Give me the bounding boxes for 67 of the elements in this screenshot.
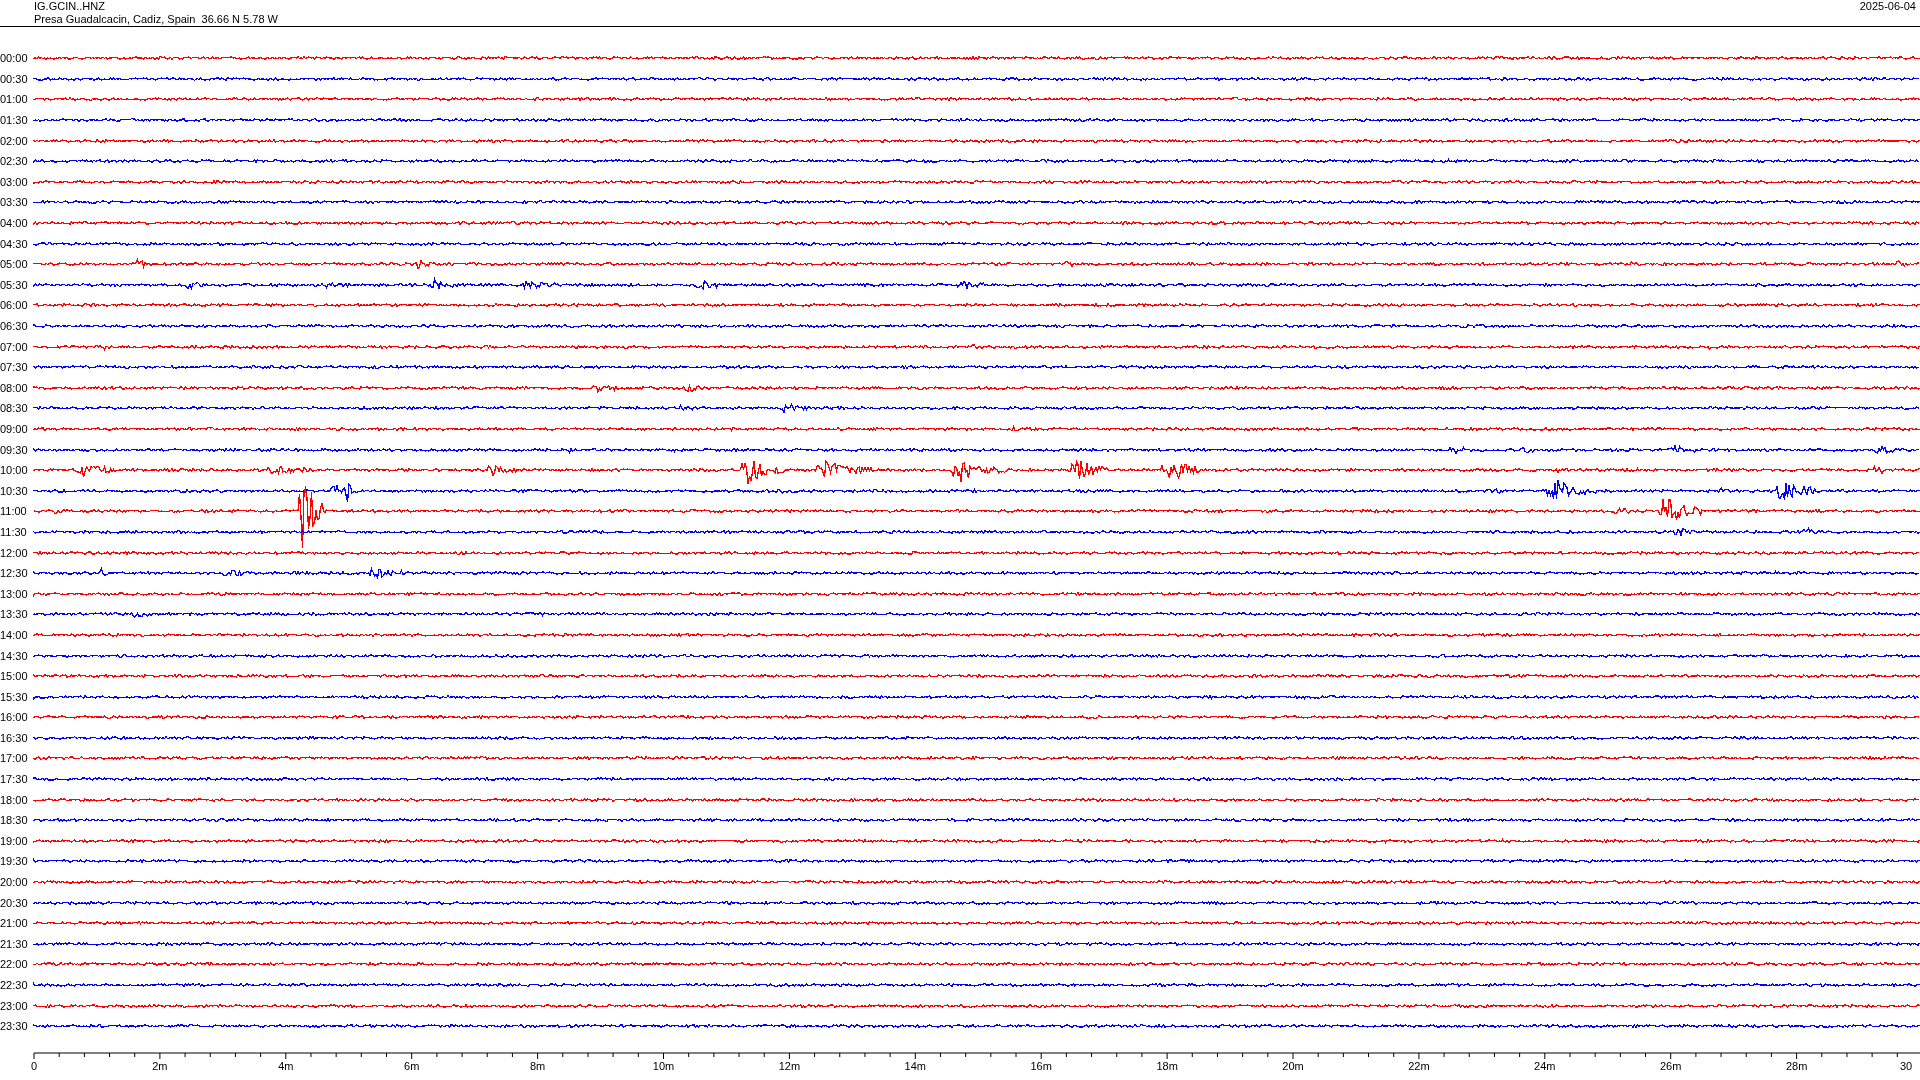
time-label: 23:00	[0, 999, 29, 1012]
axis-label: 20m	[1282, 1059, 1304, 1072]
time-label: 03:30	[0, 196, 29, 209]
time-label: 11:00	[0, 505, 28, 518]
axis-label: 26m	[1660, 1059, 1682, 1072]
time-label: 09:00	[0, 423, 29, 435]
time-label: 16:30	[0, 731, 29, 744]
time-label: 06:30	[0, 320, 29, 332]
time-label: 14:30	[0, 649, 29, 662]
axis-label: 2m	[152, 1059, 168, 1072]
time-label: 12:00	[0, 546, 29, 559]
time-label: 02:30	[0, 155, 29, 168]
time-label: 10:00	[0, 464, 29, 477]
time-label: 19:30	[0, 855, 29, 868]
time-label: 21:00	[0, 917, 29, 930]
time-label: 20:00	[0, 876, 29, 889]
axis-label: 14m	[904, 1059, 926, 1072]
axis-label: 6m	[404, 1059, 420, 1072]
time-label: 19:00	[0, 834, 29, 847]
axis-label: 12m	[778, 1059, 801, 1072]
time-label: 09:30	[0, 443, 29, 456]
time-label: 20:30	[0, 896, 29, 909]
station-title: IG.GCIN..HNZ	[34, 0, 106, 13]
time-label: 15:00	[0, 670, 29, 683]
time-label: 22:30	[0, 979, 29, 991]
time-label: 13:00	[0, 587, 29, 600]
time-label: 16:00	[0, 711, 29, 724]
axis-label: 22m	[1408, 1059, 1430, 1072]
time-label: 00:30	[0, 72, 29, 85]
time-label: 18:00	[0, 793, 29, 806]
time-label: 01:00	[0, 93, 29, 106]
time-label: 01:30	[0, 114, 29, 127]
time-label: 23:30	[0, 1020, 29, 1033]
time-label: 05:00	[0, 258, 29, 271]
time-label: 12:30	[0, 567, 29, 580]
axis-label: 18m	[1156, 1059, 1178, 1072]
time-label: 06:00	[0, 299, 29, 312]
axis-label: 10m	[652, 1059, 675, 1072]
time-label: 18:30	[0, 814, 29, 827]
time-label: 02:00	[0, 134, 29, 147]
axis-label: 8m	[529, 1059, 546, 1072]
location-text: Presa Guadalcacin, Cadiz, Spain 36.66 N 5.78 W	[34, 13, 278, 26]
time-label: 03:00	[0, 175, 29, 188]
time-label: 04:30	[0, 237, 29, 250]
time-label: 08:00	[0, 381, 29, 394]
time-label: 05:30	[0, 278, 29, 291]
time-label: 07:00	[0, 340, 29, 353]
axis-label: 16m	[1030, 1059, 1052, 1072]
time-label: 15:30	[0, 690, 29, 703]
time-label: 04:00	[0, 217, 29, 230]
time-label: 22:00	[0, 958, 29, 971]
time-label: 21:30	[0, 937, 29, 950]
time-label: 17:30	[0, 773, 29, 786]
time-label: 14:00	[0, 628, 29, 641]
time-label: 00:00	[0, 52, 29, 65]
axis-label: 4m	[278, 1059, 294, 1072]
time-label: 17:00	[0, 752, 29, 765]
date-label: 2025-06-04	[1859, 0, 1916, 13]
time-label: 10:30	[0, 484, 29, 497]
time-label: 07:30	[0, 361, 29, 374]
time-label: 11:30	[0, 525, 28, 538]
time-label: 08:30	[0, 402, 29, 415]
axis-label: 24m	[1534, 1059, 1556, 1072]
axis-label: 0	[30, 1059, 38, 1072]
axis-label: 28m	[1785, 1059, 1808, 1072]
axis-label: 30	[1899, 1059, 1913, 1072]
time-label: 13:30	[0, 608, 29, 621]
